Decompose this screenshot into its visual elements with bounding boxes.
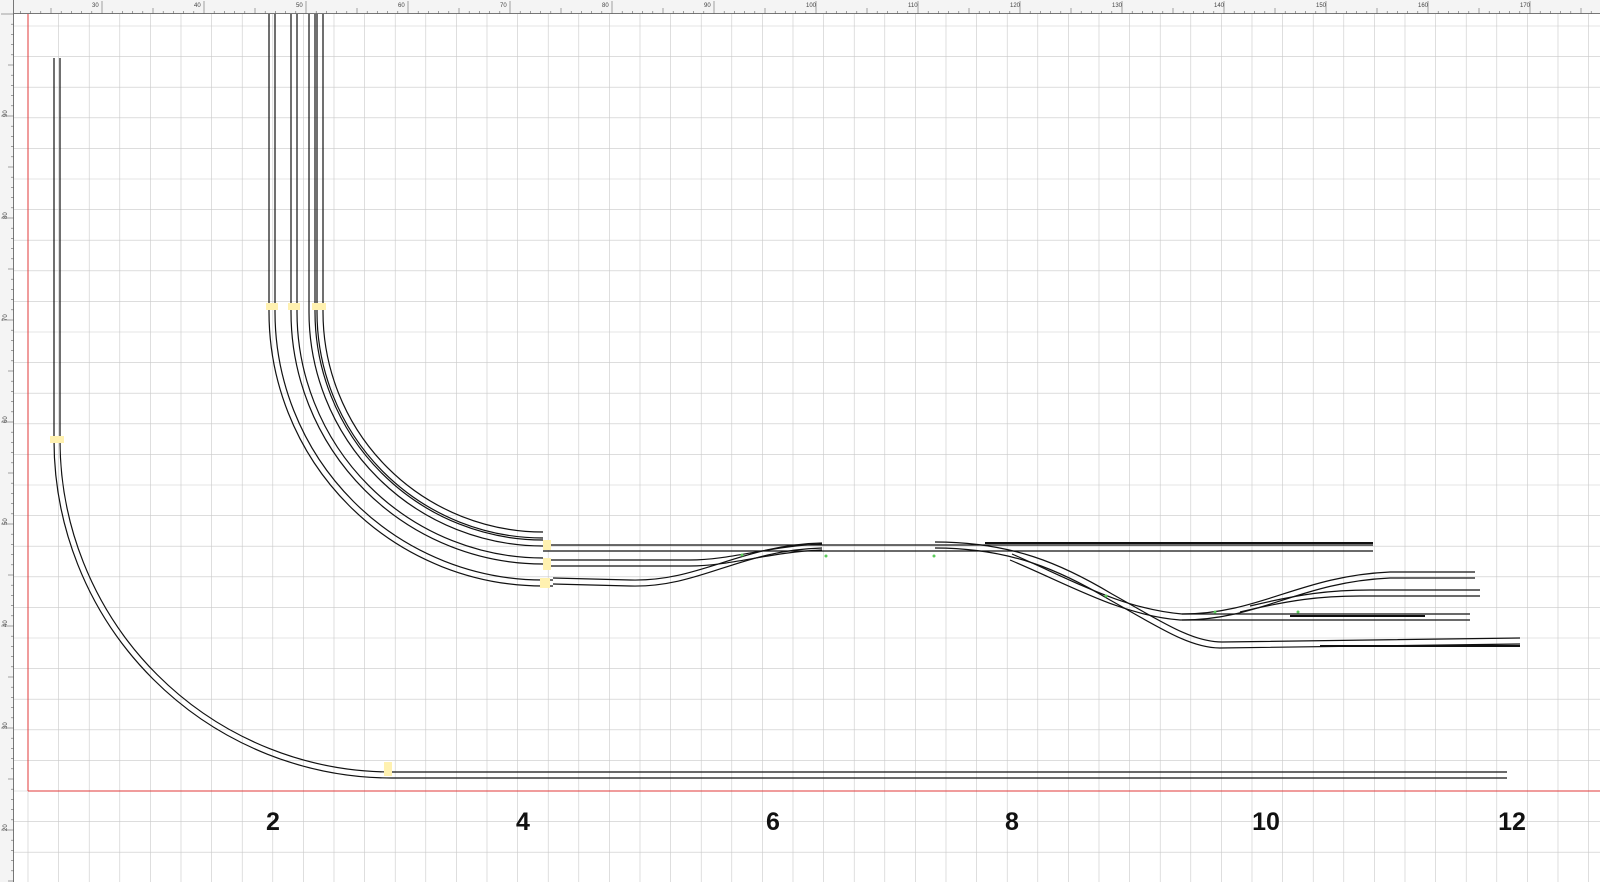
track-layer[interactable] <box>53 14 1521 779</box>
axis-label: 10 <box>1252 808 1280 836</box>
ruler-label: 40 <box>194 3 201 9</box>
ruler-label: 50 <box>296 3 303 9</box>
curve-track-2[interactable] <box>290 14 544 565</box>
ruler-label: 20 <box>3 824 9 831</box>
connection-marker-icon <box>740 553 744 557</box>
ruler-label: 140 <box>1214 3 1225 9</box>
ruler-label: 170 <box>1520 3 1531 9</box>
track-joint-icon <box>50 436 64 443</box>
track-joint-icon <box>384 762 392 776</box>
ruler-label: 110 <box>908 3 918 9</box>
track-joint-icon <box>540 578 550 588</box>
axis-label: 8 <box>1005 808 1019 836</box>
connection-marker-icon <box>824 554 828 558</box>
connection-markers <box>740 553 1300 614</box>
track-joint-icon <box>543 540 551 550</box>
ruler-label: 30 <box>3 722 9 729</box>
axis-label: 12 <box>1498 808 1526 836</box>
connection-marker-icon <box>1296 610 1300 614</box>
track-joint-icon <box>266 303 278 310</box>
ruler-label: 60 <box>3 416 9 423</box>
descending-track-right[interactable] <box>934 541 1521 649</box>
track-joints <box>50 303 551 776</box>
axis-labels: 2 4 6 8 10 12 <box>266 808 1526 836</box>
ruler-label: 80 <box>3 212 9 219</box>
axis-label: 6 <box>766 808 780 836</box>
ruler-label: 70 <box>500 3 507 9</box>
ruler-label: 60 <box>398 3 405 9</box>
curve-track-1[interactable] <box>268 14 553 587</box>
ruler-label: 100 <box>806 3 817 9</box>
track-plan-canvas[interactable]: 2 4 6 8 10 12 <box>0 0 1600 882</box>
ruler-label: 40 <box>3 620 9 627</box>
connection-marker-icon <box>1104 594 1108 598</box>
track-joint-icon <box>288 303 300 310</box>
axis-label: 4 <box>516 808 530 836</box>
horizontal-ruler[interactable]: 30 40 50 60 70 80 90 100 110 120 130 140… <box>0 0 1600 14</box>
crossover-track-left[interactable] <box>543 542 823 587</box>
ruler-label: 50 <box>3 518 9 525</box>
yard-ladder[interactable] <box>1009 553 1480 621</box>
grid <box>14 14 1600 882</box>
ruler-label: 130 <box>1112 3 1123 9</box>
ruler-label: 70 <box>3 314 9 321</box>
vertical-ruler[interactable]: 90 80 70 60 50 40 30 20 <box>0 0 14 882</box>
ruler-label: 150 <box>1316 3 1327 9</box>
connection-marker-icon <box>932 554 936 558</box>
ruler-label: 90 <box>704 3 711 9</box>
ruler-label: 90 <box>3 110 9 117</box>
track-joint-icon <box>312 303 326 310</box>
connection-marker-icon <box>1213 610 1217 614</box>
track-joint-icon <box>543 558 551 570</box>
ruler-label: 80 <box>602 3 609 9</box>
curve-track-4[interactable] <box>316 14 544 539</box>
axis-label: 2 <box>266 808 280 836</box>
ruler-label: 30 <box>92 3 99 9</box>
outer-loop-track[interactable] <box>53 58 1507 779</box>
ruler-label: 160 <box>1418 3 1429 9</box>
origin-lines <box>27 14 1600 792</box>
ruler-label: 120 <box>1010 3 1021 9</box>
main-straight-track[interactable] <box>543 542 1373 552</box>
